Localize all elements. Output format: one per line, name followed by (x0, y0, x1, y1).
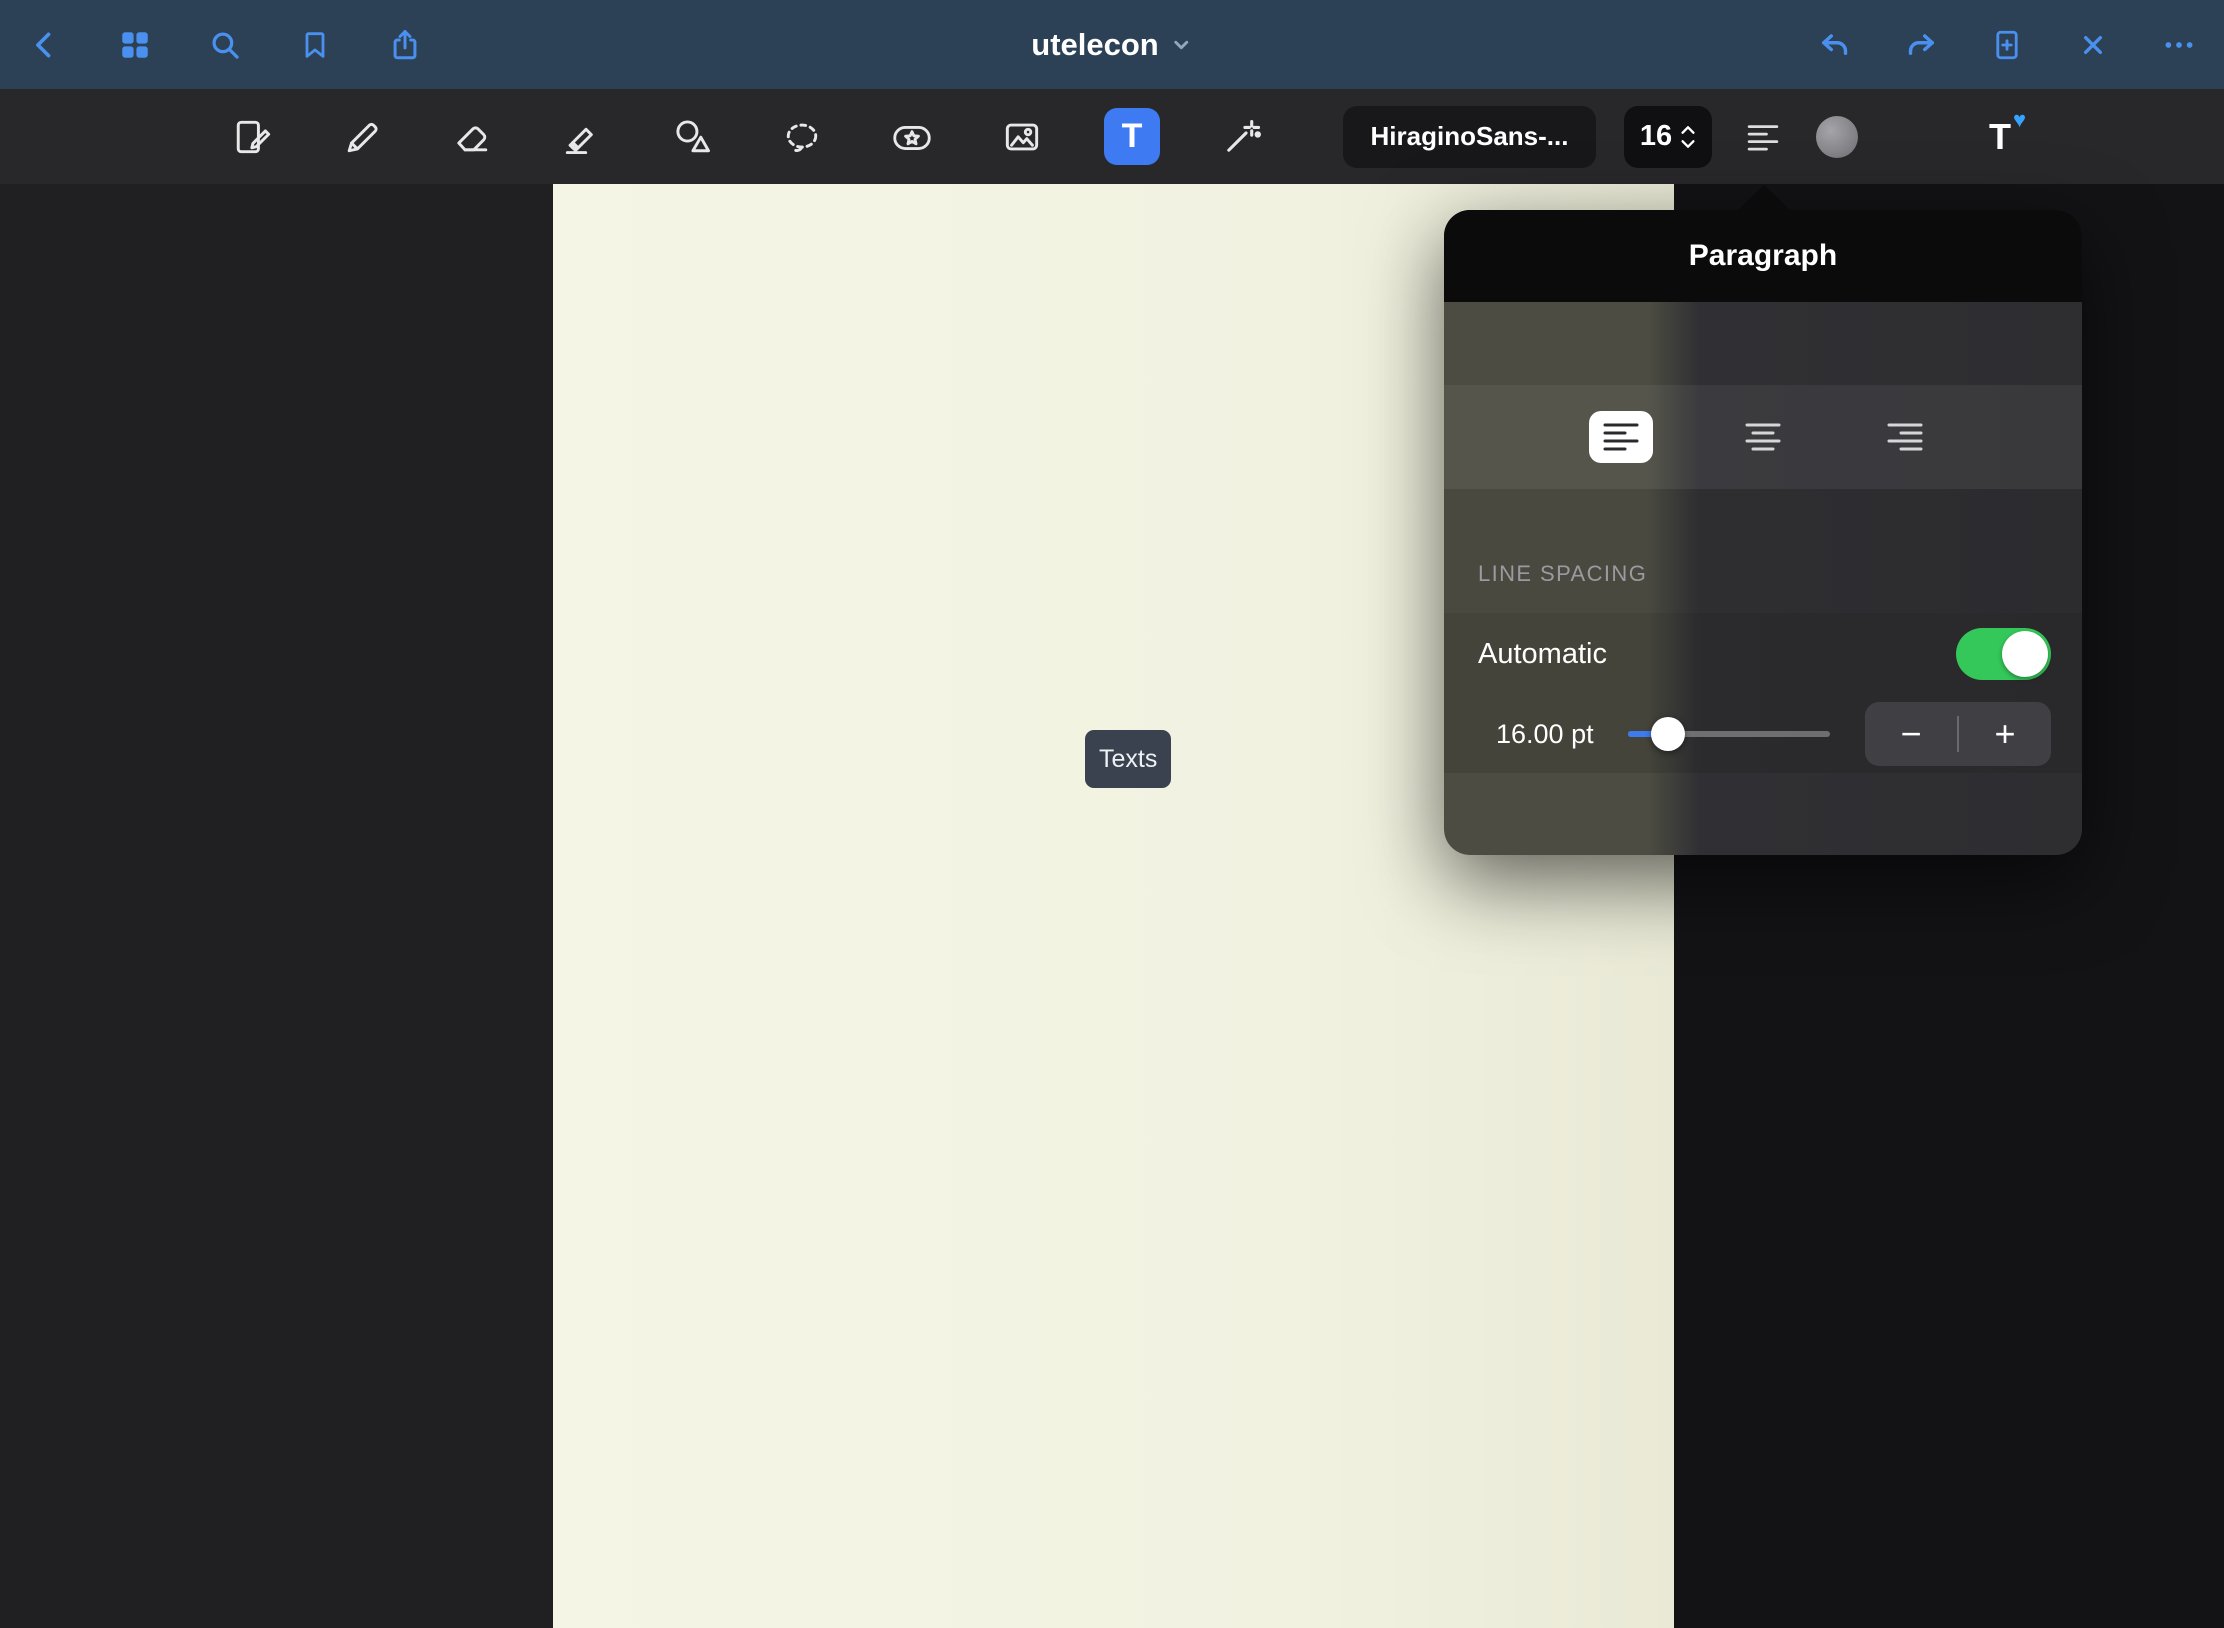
paragraph-popover: Paragraph LINE SPACING Automatic 16.00 p… (1444, 210, 2082, 855)
document-title-button[interactable]: utelecon (1031, 27, 1192, 63)
font-size-value: 16 (1640, 120, 1672, 153)
lasso-icon (780, 115, 824, 159)
laser-pointer-icon (1220, 115, 1264, 159)
toolbar: T HiraginoSans-... 16 T ♥ (0, 89, 2224, 184)
pen-tool-button[interactable] (334, 109, 390, 165)
close-icon (2077, 29, 2109, 61)
text-tool-icon: T (1104, 108, 1160, 165)
popover-arrow (1737, 185, 1791, 211)
undo-button[interactable] (1816, 26, 1854, 64)
align-right-icon (1887, 422, 1923, 452)
slider-thumb[interactable] (1651, 717, 1685, 751)
line-spacing-heading: LINE SPACING (1478, 561, 1647, 587)
spacing-row: 16.00 pt − + (1444, 695, 2082, 773)
heart-icon: ♥ (2013, 107, 2026, 133)
text-tool-glyph: T (1122, 117, 1143, 156)
more-icon (2162, 28, 2196, 62)
text-style-favorites-button[interactable]: T ♥ (1972, 109, 2028, 165)
text-tool-button[interactable]: T (1104, 109, 1160, 165)
text-object[interactable]: Texts (1085, 730, 1171, 788)
bookmark-icon (299, 29, 331, 61)
spacing-stepper: − + (1865, 702, 2051, 766)
paragraph-align-icon (1746, 122, 1780, 152)
automatic-label: Automatic (1478, 638, 1607, 671)
add-page-icon (1990, 28, 2024, 62)
text-color-swatch[interactable] (1816, 116, 1858, 158)
search-icon (208, 28, 242, 62)
edit-mode-tool-button[interactable] (224, 109, 280, 165)
automatic-row: Automatic (1444, 613, 2082, 695)
chevron-down-icon (1171, 34, 1193, 56)
back-button[interactable] (26, 26, 64, 64)
back-chevron-icon (28, 28, 62, 62)
thumbnails-button[interactable] (116, 26, 154, 64)
lasso-tool-button[interactable] (774, 109, 830, 165)
decrease-spacing-button[interactable]: − (1865, 702, 1957, 766)
spacing-value: 16.00 pt (1496, 719, 1626, 750)
laser-pointer-tool-button[interactable] (1214, 109, 1270, 165)
nav-bar: utelecon (0, 0, 2224, 89)
popover-bottom-band (1444, 773, 2082, 855)
document-title: utelecon (1031, 27, 1158, 63)
more-button[interactable] (2160, 26, 2198, 64)
share-button[interactable] (386, 26, 424, 64)
align-center-button[interactable] (1731, 411, 1795, 463)
undo-icon (1817, 27, 1853, 63)
eraser-tool-button[interactable] (444, 109, 500, 165)
app: utelecon (0, 0, 2224, 1628)
font-size-stepper[interactable]: 16 (1624, 106, 1712, 168)
automatic-toggle[interactable] (1956, 628, 2051, 680)
favorites-text-glyph: T (1989, 116, 2011, 157)
paragraph-options-button[interactable] (1735, 109, 1791, 165)
font-family-label: HiraginoSans-... (1371, 121, 1569, 151)
popover-title: Paragraph (1444, 210, 2082, 302)
close-button[interactable] (2074, 26, 2112, 64)
align-left-button[interactable] (1589, 411, 1653, 463)
popover-blur-band (1444, 302, 2082, 385)
align-right-button[interactable] (1873, 411, 1937, 463)
redo-icon (1903, 27, 1939, 63)
font-family-button[interactable]: HiraginoSans-... (1343, 106, 1596, 168)
add-page-button[interactable] (1988, 26, 2026, 64)
nav-left-group (26, 26, 424, 64)
bookmark-button[interactable] (296, 26, 334, 64)
chevron-up-down-icon (1680, 123, 1696, 151)
shapes-tool-button[interactable] (664, 109, 720, 165)
spacing-slider[interactable] (1628, 717, 1830, 751)
shapes-icon (670, 115, 714, 159)
pen-icon (340, 115, 384, 159)
highlighter-tool-button[interactable] (554, 109, 610, 165)
alignment-row (1444, 385, 2082, 489)
nav-right-group (1816, 26, 2198, 64)
align-left-icon (1603, 422, 1639, 452)
line-spacing-section: LINE SPACING (1444, 489, 2082, 613)
elements-tool-button[interactable] (884, 109, 940, 165)
search-button[interactable] (206, 26, 244, 64)
highlighter-icon (560, 115, 604, 159)
image-icon (1000, 115, 1044, 159)
redo-button[interactable] (1902, 26, 1940, 64)
align-center-icon (1745, 422, 1781, 452)
toggle-knob (2002, 631, 2048, 677)
sticker-star-icon (889, 114, 935, 160)
image-tool-button[interactable] (994, 109, 1050, 165)
grid-icon (118, 28, 152, 62)
eraser-icon (450, 115, 494, 159)
share-icon (388, 28, 422, 62)
increase-spacing-button[interactable]: + (1959, 702, 2051, 766)
edit-mode-icon (230, 115, 274, 159)
